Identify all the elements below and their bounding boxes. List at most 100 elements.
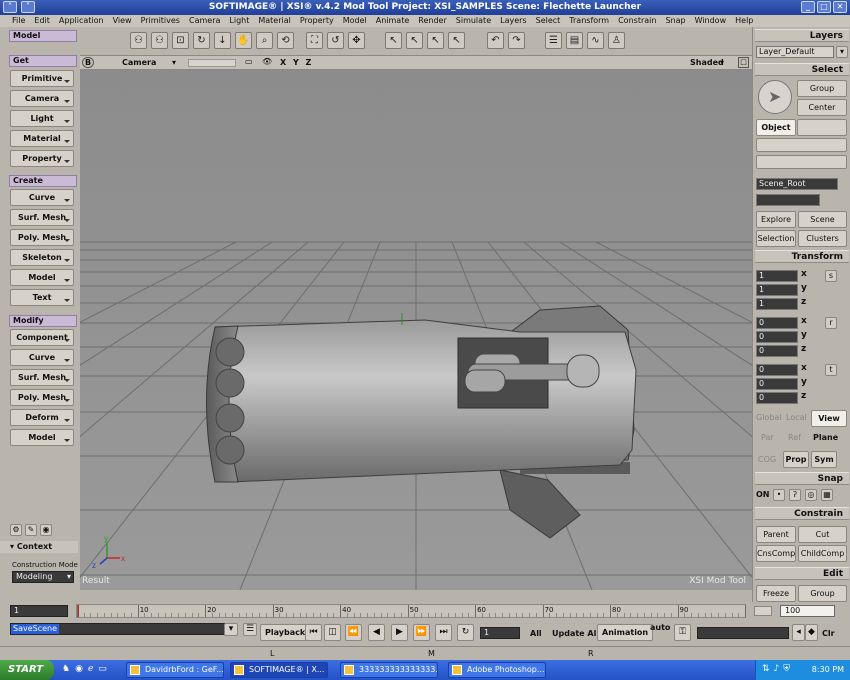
modify-deform-button[interactable]: Deform bbox=[10, 409, 74, 426]
menu-help[interactable]: Help bbox=[735, 15, 753, 27]
construction-mode-select[interactable]: Modeling ▾ bbox=[12, 571, 74, 583]
lock-icon[interactable]: ⊡ bbox=[172, 32, 189, 49]
taskbar-item-softimage[interactable]: SOFTIMAGE® | X... bbox=[230, 662, 328, 678]
undo-icon[interactable]: ↶ bbox=[487, 32, 504, 49]
select-blank-button[interactable] bbox=[797, 119, 847, 136]
context-header[interactable]: ▾ Context bbox=[0, 541, 78, 553]
edit-group-button[interactable]: Group bbox=[798, 585, 847, 602]
menu-primitives[interactable]: Primitives bbox=[141, 15, 180, 27]
translate-icon[interactable]: t bbox=[825, 364, 837, 376]
clear-label[interactable]: Clr bbox=[822, 629, 835, 638]
scale-z-field[interactable]: 1 bbox=[756, 298, 798, 310]
previous-frame-icon[interactable]: ◀ bbox=[368, 624, 385, 641]
create-surf-mesh-button[interactable]: Surf. Mesh bbox=[10, 209, 74, 226]
rotate-icon[interactable]: r bbox=[825, 317, 837, 329]
menu-file[interactable]: File bbox=[12, 15, 25, 27]
all-label[interactable]: All bbox=[530, 629, 542, 638]
freeze-button[interactable]: Freeze bbox=[756, 585, 796, 602]
redo-icon[interactable]: ↷ bbox=[508, 32, 525, 49]
display-mode[interactable]: Shaded bbox=[690, 58, 724, 67]
binoculars-icon[interactable]: ⚇ bbox=[130, 32, 147, 49]
binoculars-alt-icon[interactable]: ⚇ bbox=[151, 32, 168, 49]
quicklaunch-aim-icon[interactable]: ♞ bbox=[62, 664, 70, 674]
create-skeleton-button[interactable]: Skeleton bbox=[10, 249, 74, 266]
rotate-view-icon[interactable]: ⟲ bbox=[277, 32, 294, 49]
select-group-button[interactable]: Group bbox=[797, 80, 847, 97]
menu-model[interactable]: Model bbox=[343, 15, 367, 27]
modify-surf-mesh-button[interactable]: Surf. Mesh bbox=[10, 369, 74, 386]
timeline-start-field[interactable]: 1 bbox=[10, 605, 68, 617]
selection-name-field[interactable] bbox=[756, 194, 820, 206]
rotate-y-field[interactable]: 0 bbox=[756, 331, 798, 343]
translate-y-field[interactable]: 0 bbox=[756, 378, 798, 390]
key-icon[interactable]: ⚿ bbox=[674, 624, 691, 641]
selection-button[interactable]: Selection bbox=[756, 230, 796, 247]
explore-button[interactable]: Explore bbox=[756, 211, 796, 228]
frame-all-icon[interactable]: ⛶ bbox=[306, 32, 323, 49]
camera-dropdown-icon[interactable]: ▾ bbox=[172, 58, 176, 67]
snap-curve-icon[interactable]: ʔ bbox=[789, 489, 801, 501]
display-mode-dropdown-icon[interactable]: ▾ bbox=[720, 58, 724, 67]
layers-header[interactable]: Layers bbox=[755, 29, 849, 42]
menu-window[interactable]: Window bbox=[695, 15, 727, 27]
previous-key-icon[interactable]: ⏪ bbox=[345, 624, 362, 641]
menu-animate[interactable]: Animate bbox=[376, 15, 410, 27]
skeleton-icon[interactable]: ♙ bbox=[608, 32, 625, 49]
cnscomp-button[interactable]: CnsComp bbox=[756, 545, 796, 562]
modify-model-button[interactable]: Model bbox=[10, 429, 74, 446]
taskbar-item-browser[interactable]: DavidrbFord : GeF... bbox=[126, 662, 224, 678]
tray-security-icon[interactable]: ⛨ bbox=[783, 664, 790, 674]
menu-application[interactable]: Application bbox=[59, 15, 104, 27]
get-primitive-button[interactable]: Primitive bbox=[10, 70, 74, 87]
childcomp-button[interactable]: ChildComp bbox=[798, 545, 847, 562]
camera-icon[interactable]: ▭ bbox=[245, 57, 253, 66]
select-arrow-button[interactable]: ➤ bbox=[758, 80, 792, 114]
scene-button[interactable]: Scene bbox=[798, 211, 847, 228]
start-button[interactable]: START bbox=[0, 660, 54, 680]
auto-key-label[interactable]: auto bbox=[650, 623, 670, 632]
prop-button[interactable]: Prop bbox=[783, 451, 809, 468]
snap-on-toggle[interactable]: ON bbox=[756, 490, 770, 499]
get-property-button[interactable]: Property bbox=[10, 150, 74, 167]
timeline-range-icon[interactable] bbox=[754, 606, 772, 616]
viewport-letter[interactable]: B bbox=[82, 57, 94, 68]
get-light-button[interactable]: Light bbox=[10, 110, 74, 127]
key-channels-field[interactable] bbox=[697, 627, 789, 639]
explorer-icon[interactable]: ☰ bbox=[545, 32, 562, 49]
layer-dropdown-icon[interactable]: ▾ bbox=[836, 46, 848, 58]
modify-component-button[interactable]: Component bbox=[10, 329, 74, 346]
move-icon[interactable]: ✥ bbox=[348, 32, 365, 49]
modify-curve-button[interactable]: Curve bbox=[10, 349, 74, 366]
plane-toggle[interactable]: Plane bbox=[813, 433, 838, 442]
modify-poly-mesh-button[interactable]: Poly. Mesh bbox=[10, 389, 74, 406]
scale-icon[interactable]: s bbox=[825, 270, 837, 282]
par-toggle[interactable]: Par bbox=[761, 433, 774, 442]
menu-transform[interactable]: Transform bbox=[569, 15, 609, 27]
menu-material[interactable]: Material bbox=[258, 15, 291, 27]
ref-toggle[interactable]: Ref bbox=[788, 433, 801, 442]
scale-x-field[interactable]: 1 bbox=[756, 270, 798, 282]
clusters-button[interactable]: Clusters bbox=[798, 230, 847, 247]
maximize-button[interactable]: □ bbox=[817, 1, 831, 13]
select-lasso-icon[interactable]: ↖ bbox=[427, 32, 444, 49]
menu-render[interactable]: Render bbox=[418, 15, 446, 27]
first-frame-icon[interactable]: ⏮ bbox=[305, 624, 322, 641]
cog-toggle[interactable]: COG bbox=[758, 455, 776, 464]
sym-button[interactable]: Sym bbox=[811, 451, 837, 468]
select-arrow-icon[interactable]: ↖ bbox=[385, 32, 402, 49]
scene-root-field[interactable]: Scene_Root bbox=[756, 178, 838, 190]
parent-button[interactable]: Parent bbox=[756, 526, 796, 543]
rotate-z-field[interactable]: 0 bbox=[756, 345, 798, 357]
animation-menu-button[interactable]: Animation bbox=[597, 624, 654, 641]
orbit-icon[interactable]: ↻ bbox=[193, 32, 210, 49]
playback-menu-button[interactable]: Playback bbox=[260, 624, 311, 641]
quicklaunch-desktop-icon[interactable]: ▭ bbox=[98, 664, 107, 674]
maximize-viewport-icon[interactable]: □ bbox=[738, 57, 749, 68]
key-remove-icon[interactable]: ◂ bbox=[792, 624, 805, 641]
loop-icon[interactable]: ↻ bbox=[457, 624, 474, 641]
timeline-end-field[interactable]: 100 bbox=[780, 605, 835, 617]
dolly-icon[interactable]: ↓ bbox=[214, 32, 231, 49]
create-text-button[interactable]: Text bbox=[10, 289, 74, 306]
edit-header[interactable]: Edit bbox=[755, 567, 849, 580]
create-poly-mesh-button[interactable]: Poly. Mesh bbox=[10, 229, 74, 246]
